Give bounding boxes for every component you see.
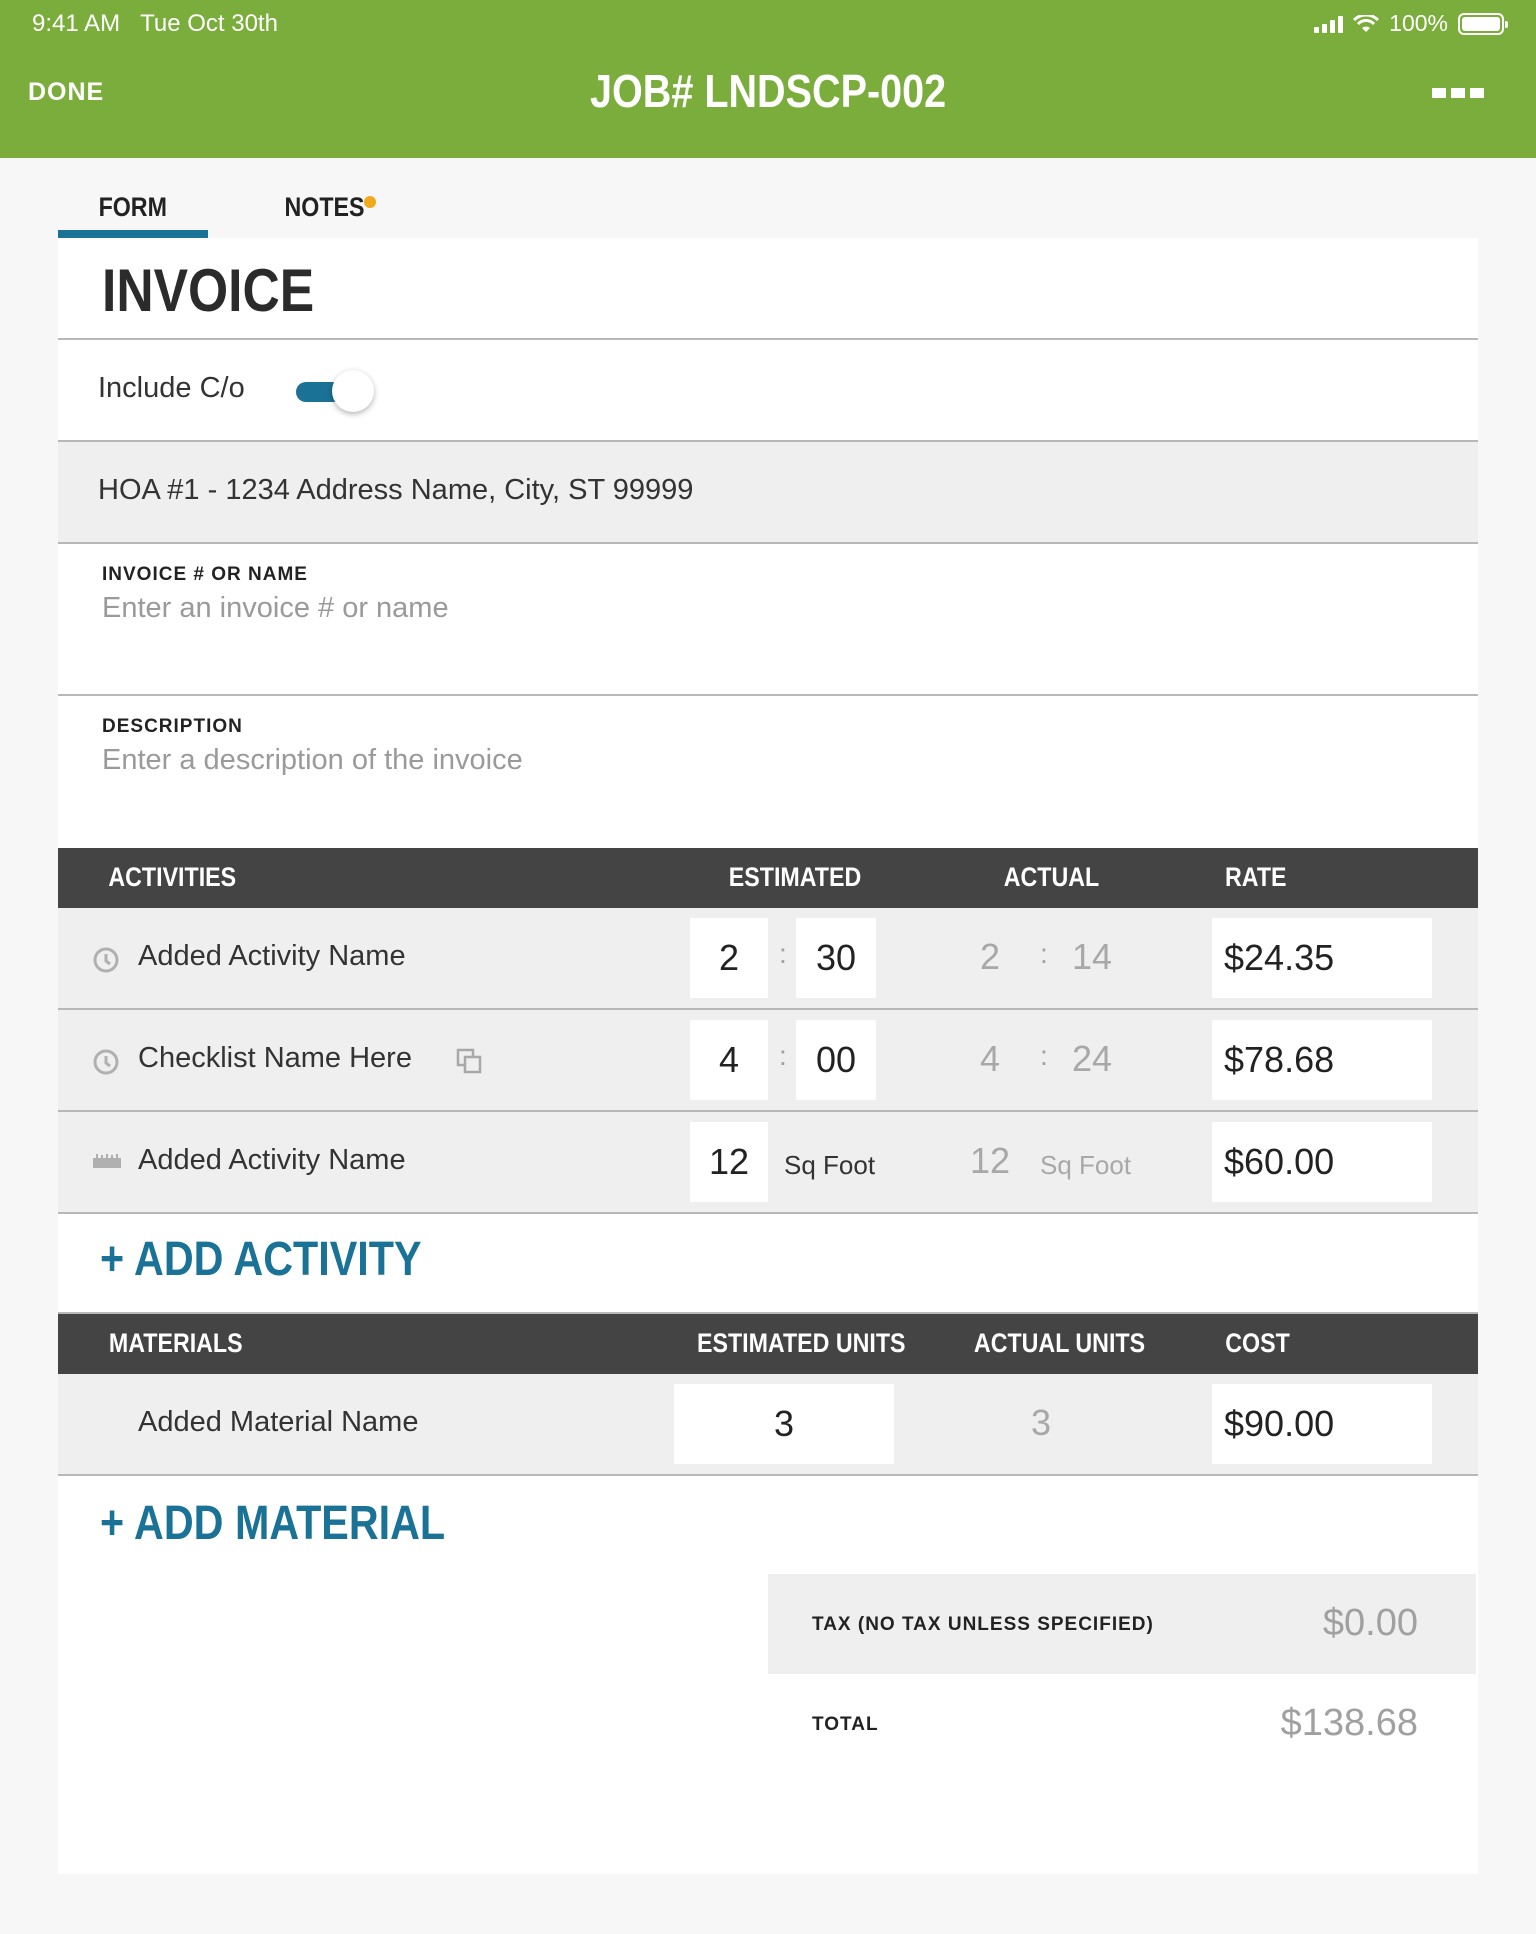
actual-minutes: 14 [1072, 936, 1113, 977]
tax-value: $0.00 [1322, 1602, 1418, 1644]
activities-header: ACTIVITIES ESTIMATED ACTUAL RATE [58, 848, 1478, 908]
page-title: JOB# LNDSCP-002 [589, 65, 947, 117]
status-clock: 9:41 AM [32, 10, 121, 37]
ruler-icon [93, 1154, 121, 1168]
cellular-signal-icon [1314, 15, 1344, 33]
invoice-name-label: INVOICE # OR NAME [102, 564, 308, 585]
top-bar: 9:41 AM Tue Oct 30th 100% DONE JOB# LNDS… [0, 0, 1536, 158]
description-label: DESCRIPTION [102, 716, 243, 737]
time-separator: : [779, 938, 787, 969]
activity-name: Added Activity Name [138, 1144, 406, 1176]
activity-name: Added Activity Name [138, 940, 406, 972]
tax-row[interactable]: TAX (NO TAX UNLESS SPECIFIED) $0.00 [768, 1574, 1476, 1674]
address-row[interactable]: HOA #1 - 1234 Address Name, City, ST 999… [58, 442, 1478, 544]
tax-label: TAX (NO TAX UNLESS SPECIFIED) [812, 1614, 1154, 1635]
time-separator: : [1040, 938, 1048, 969]
copy-icon[interactable] [456, 1048, 482, 1074]
time-separator: : [1040, 1040, 1048, 1071]
battery-percent: 100% [1389, 10, 1448, 36]
activities-col-name: ACTIVITIES [108, 862, 237, 892]
materials-header: MATERIALS ESTIMATED UNITS ACTUAL UNITS C… [58, 1314, 1478, 1374]
activity-row[interactable]: Added Activity Name Sq Foot 12 Sq Foot [58, 1112, 1478, 1214]
battery-icon [1458, 12, 1508, 35]
invoice-name-field-row: INVOICE # OR NAME [58, 544, 1478, 696]
activity-row[interactable]: Added Activity Name : 2 : 14 [58, 908, 1478, 1010]
actual-hours: 2 [980, 936, 1001, 977]
description-input[interactable] [102, 738, 1432, 782]
materials-col-name: MATERIALS [108, 1328, 243, 1358]
activity-row[interactable]: Checklist Name Here : 4 : 24 [58, 1010, 1478, 1112]
time-separator: : [779, 1040, 787, 1071]
material-name: Added Material Name [138, 1406, 419, 1438]
material-row[interactable]: Added Material Name 3 [58, 1374, 1478, 1476]
include-co-toggle[interactable] [296, 370, 374, 412]
materials-col-cost: COST [1225, 1328, 1290, 1358]
activities-col-rate: RATE [1225, 862, 1287, 892]
estimated-hours-input[interactable] [690, 918, 768, 998]
invoice-name-input[interactable] [102, 586, 1432, 630]
estimated-units-input[interactable] [674, 1384, 894, 1464]
notes-indicator-dot [364, 196, 376, 208]
actual-hours: 4 [980, 1038, 1001, 1079]
rate-input[interactable] [1212, 918, 1432, 998]
activity-name: Checklist Name Here [138, 1042, 412, 1074]
status-time: 9:41 AM Tue Oct 30th [32, 10, 278, 38]
status-indicators: 100% [1314, 10, 1508, 37]
actual-units: 3 [1031, 1402, 1052, 1443]
invoice-header-row: INVOICE [58, 238, 1478, 340]
clock-icon [93, 947, 119, 973]
include-co-label: Include C/o [98, 372, 245, 404]
status-date: Tue Oct 30th [140, 10, 278, 37]
rate-input[interactable] [1212, 1122, 1432, 1202]
clock-icon [93, 1049, 119, 1075]
estimated-hours-input[interactable] [690, 1020, 768, 1100]
activities-col-estimated: ESTIMATED [728, 862, 862, 892]
materials-col-estimated: ESTIMATED UNITS [696, 1328, 906, 1358]
cost-input[interactable] [1212, 1384, 1432, 1464]
include-co-row: Include C/o [58, 340, 1478, 442]
add-material-button[interactable]: + ADD MATERIAL [100, 1496, 501, 1551]
total-label: TOTAL [812, 1714, 879, 1735]
actual-quantity: 12 [970, 1140, 1011, 1181]
materials-col-actual: ACTUAL UNITS [973, 1328, 1146, 1358]
estimated-minutes-input[interactable] [796, 918, 876, 998]
tab-form[interactable]: FORM [58, 178, 208, 238]
invoice-form: INVOICE Include C/o HOA #1 - 1234 Addres… [58, 238, 1478, 1874]
activities-col-actual: ACTUAL [1003, 862, 1100, 892]
more-dots-icon[interactable] [1432, 88, 1484, 98]
estimated-quantity-input[interactable] [690, 1122, 768, 1202]
rate-input[interactable] [1212, 1020, 1432, 1100]
add-activity-button[interactable]: + ADD ACTIVITY [100, 1232, 474, 1287]
total-value: $138.68 [1280, 1702, 1418, 1744]
actual-minutes: 24 [1072, 1038, 1113, 1079]
wifi-icon [1353, 14, 1380, 32]
tab-notes[interactable]: NOTES [270, 178, 380, 238]
invoice-title: INVOICE [102, 257, 315, 324]
description-field-row: DESCRIPTION [58, 696, 1478, 848]
estimated-unit: Sq Foot [784, 1150, 876, 1180]
address-text: HOA #1 - 1234 Address Name, City, ST 999… [98, 474, 694, 506]
estimated-minutes-input[interactable] [796, 1020, 876, 1100]
actual-unit: Sq Foot [1040, 1150, 1132, 1180]
total-row: TOTAL $138.68 [768, 1674, 1476, 1774]
